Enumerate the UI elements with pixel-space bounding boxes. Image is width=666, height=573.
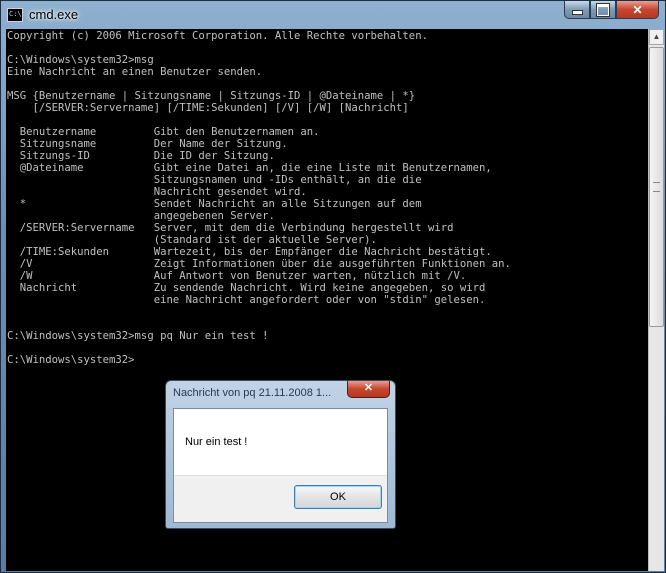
- maximize-button[interactable]: [590, 1, 616, 19]
- console-line: (Standard ist der aktuelle Server).: [7, 234, 377, 246]
- arrow-up-icon: ▲: [652, 32, 661, 41]
- console-line: Nachricht Zu sendende Nachricht. Wird ke…: [7, 282, 486, 294]
- console-line: Sitzungsnamen und -IDs enthält, an die d…: [7, 174, 422, 186]
- console-line: /SERVER:Servername Server, mit dem die V…: [7, 222, 454, 234]
- dialog-title: Nachricht von pq 21.11.2008 1...: [173, 387, 332, 399]
- scroll-up-arrow[interactable]: ▲: [649, 29, 664, 45]
- console-line: C:\Windows\system32>: [7, 354, 135, 366]
- console-line: /W Auf Antwort von Benutzer warten, nütz…: [7, 270, 467, 282]
- console-line: MSG {Benutzername | Sitzungsname | Sitzu…: [7, 90, 416, 102]
- dialog-footer: OK: [174, 475, 387, 522]
- console-line: [/SERVER:Servername] [/TIME:Sekunden] [/…: [7, 102, 409, 114]
- console-line: angegebenen Server.: [7, 210, 275, 222]
- message-dialog: Nachricht von pq 21.11.2008 1... ✕ Nur e…: [165, 380, 396, 529]
- minimize-icon: [571, 10, 583, 15]
- scroll-thumb[interactable]: [649, 47, 664, 327]
- close-icon: ✕: [632, 2, 643, 17]
- minimize-button[interactable]: [564, 1, 590, 19]
- console-line: /TIME:Sekunden Wartezeit, bis der Empfän…: [7, 246, 492, 258]
- dialog-message: Nur ein test !: [185, 436, 248, 448]
- grip-icon: [653, 182, 660, 192]
- console-text: Copyright (c) 2006 Microsoft Corporation…: [6, 29, 648, 366]
- console-line: /V Zeigt Informationen über die ausgefüh…: [7, 258, 511, 270]
- maximize-icon: [597, 3, 609, 16]
- close-button[interactable]: ✕: [616, 1, 659, 19]
- console-line: C:\Windows\system32>msg pq Nur ein test …: [7, 330, 269, 342]
- console-line: eine Nachricht angefordert oder von "std…: [7, 294, 486, 306]
- close-icon: ✕: [363, 382, 374, 394]
- console-line: Copyright (c) 2006 Microsoft Corporation…: [7, 30, 428, 42]
- caption-buttons: ✕: [564, 1, 659, 21]
- window-title: cmd.exe: [29, 7, 79, 22]
- console-line: Sitzungsname Der Name der Sitzung.: [7, 138, 288, 150]
- console-line: Eine Nachricht an einen Benutzer senden.: [7, 66, 263, 78]
- console-line: Nachricht gesendet wird.: [7, 186, 307, 198]
- ok-button[interactable]: OK: [294, 485, 382, 509]
- console-line: C:\Windows\system32>msg: [7, 54, 154, 66]
- console-icon[interactable]: C:\: [7, 8, 23, 22]
- vertical-scrollbar[interactable]: ▲: [648, 29, 664, 571]
- console-line: Benutzername Gibt den Benutzernamen an.: [7, 126, 320, 138]
- title-bar[interactable]: C:\ cmd.exe ✕: [1, 1, 665, 29]
- dialog-close-button[interactable]: ✕: [347, 381, 390, 398]
- console-line: * Sendet Nachricht an alle Sitzungen auf…: [7, 198, 422, 210]
- dialog-body: Nur ein test ! OK: [173, 408, 388, 523]
- console-line: @Dateiname Gibt eine Datei an, die eine …: [7, 162, 492, 174]
- console-line: Sitzungs-ID Die ID der Sitzung.: [7, 150, 275, 162]
